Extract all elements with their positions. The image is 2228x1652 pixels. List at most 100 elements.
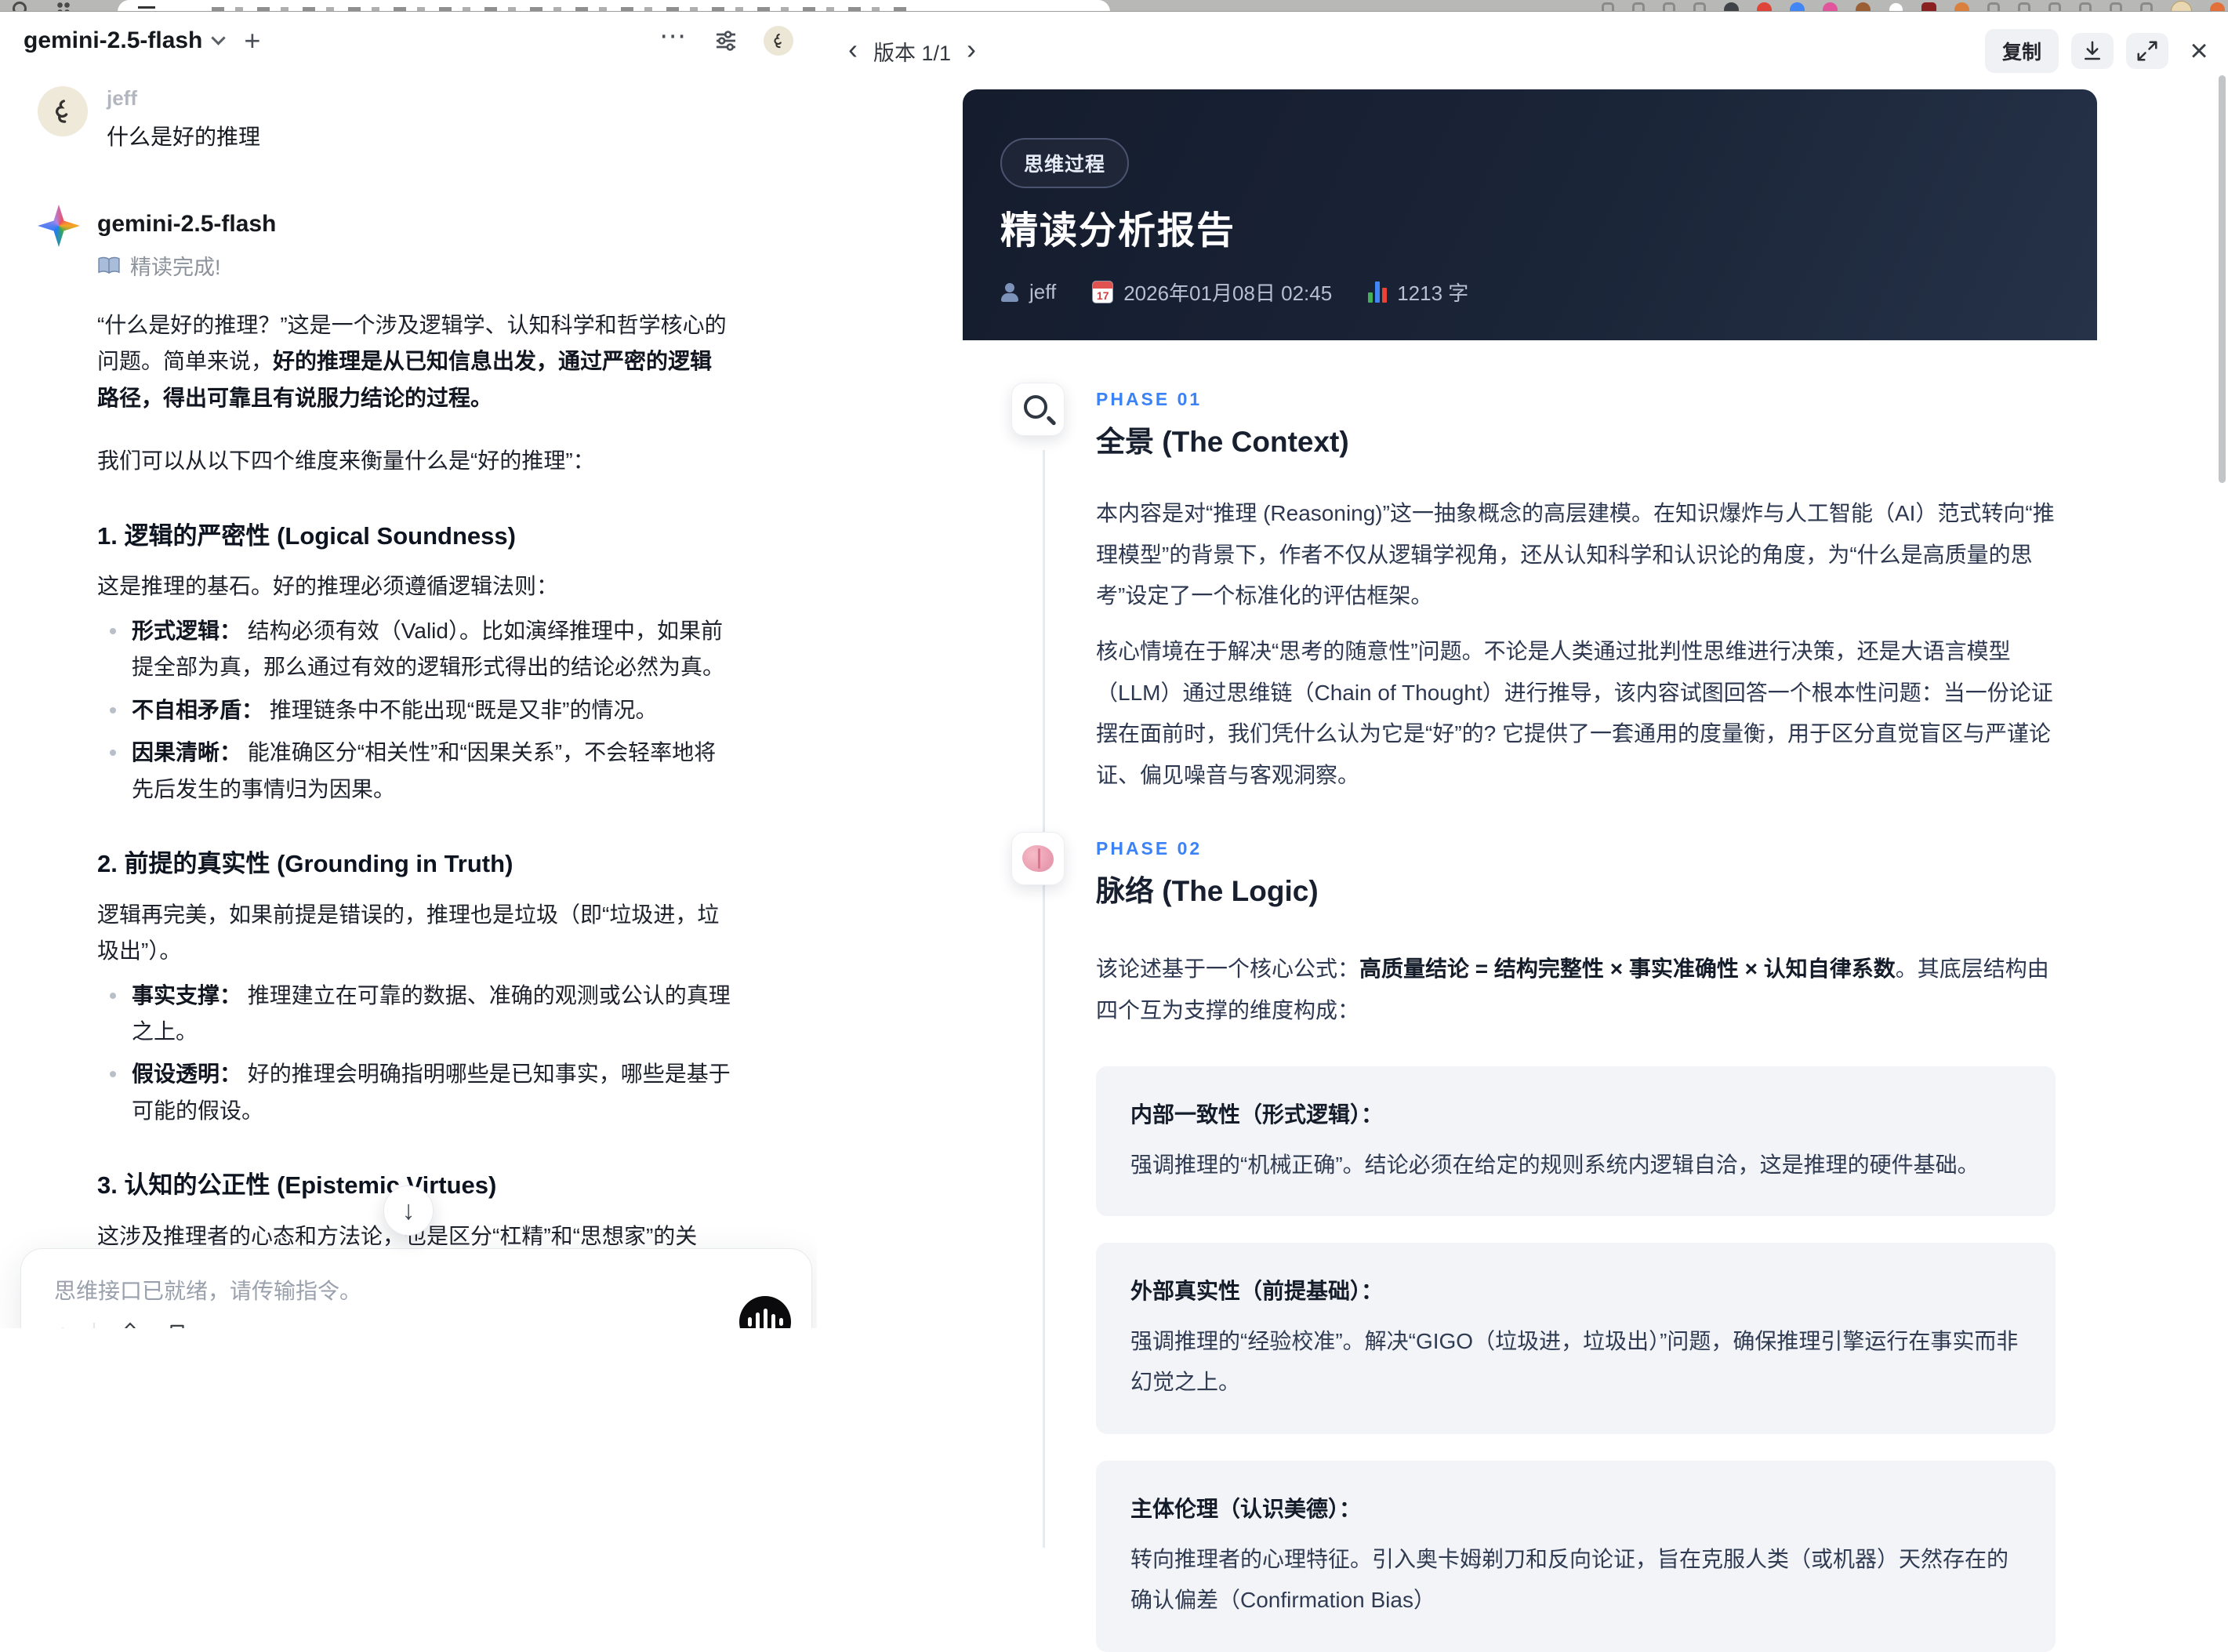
waveform-icon [748, 1317, 752, 1327]
bookmark-icon[interactable] [165, 1323, 189, 1328]
meta-wordcount: 1213 字 [1368, 278, 1468, 307]
extension-dots-icon[interactable] [2140, 2, 2153, 12]
report-meta: jeff 17 2026年01月08日 02:45 1213 字 [1000, 278, 1468, 307]
extension-pink-icon[interactable] [1823, 2, 1838, 12]
composer-placeholder[interactable]: 思维接口已就绪，请传输指令。 [21, 1249, 811, 1305]
assistant-message: gemini-2.5-flash 精读完成! “什么是好的推理？”这是一个涉及逻… [38, 206, 771, 1328]
section-heading: 1. 逻辑的严密性 (Logical Soundness) [97, 516, 734, 556]
browser-tab[interactable] [118, 0, 1110, 12]
report-card: 思维过程 精读分析报告 jeff 17 2026年01月08日 02:45 12… [963, 89, 2097, 1652]
download-icon [2081, 39, 2104, 63]
skills-diamonds-icon[interactable] [117, 1322, 143, 1328]
bullet-list: 形式逻辑： 结构必须有效（Valid）。比如演绎推理中，如果前提全部为真，那么通… [97, 613, 734, 808]
assistant-message-body: “什么是好的推理？”这是一个涉及逻辑学、认知科学和哲学核心的问题。简单来说，好的… [38, 307, 734, 1328]
apps-grid-icon[interactable] [56, 2, 71, 12]
phase-label: PHASE 01 [1096, 389, 2056, 410]
chat-header: gemini-2.5-flash + ⋯ [0, 13, 817, 69]
user-name: jeff [107, 86, 260, 111]
prev-version-icon[interactable]: ‹ [848, 35, 858, 67]
assistant-model-name: gemini-2.5-flash [97, 206, 771, 238]
bullet-item: 不自相矛盾： 推理链条中不能出现“既是又非”的情况。 [97, 692, 734, 728]
card-title: 主体伦理（认识美德）： [1130, 1492, 2021, 1523]
viewer-toolbar: ‹ 版本 1/1 › 复制 × [848, 33, 2217, 69]
card-text: 转向推理者的心理特征。引入奥卡姆剃刀和反向论证，旨在克服人类（或机器）天然存在的… [1130, 1539, 2021, 1621]
extension-sync-icon[interactable] [2110, 2, 2122, 12]
down-arrow-icon: ↓ [402, 1196, 415, 1226]
section-lead: 逻辑再完美，如果前提是错误的，推理也是垃圾（即“垃圾进，垃圾出”）。 [97, 897, 734, 970]
dimension-card: 内部一致性（形式逻辑）： 强调推理的“机械正确”。结论必须在给定的规则系统内逻辑… [1096, 1066, 2056, 1217]
paragraph: “什么是好的推理？”这是一个涉及逻辑学、认知科学和哲学核心的问题。简单来说，好的… [97, 307, 734, 416]
scrollbar-thumb[interactable] [2219, 75, 2226, 483]
user-message-text: 什么是好的推理 [107, 120, 260, 151]
extension-red-icon[interactable] [1757, 2, 1772, 12]
expand-icon [2135, 39, 2159, 63]
toolbar-star-icon[interactable] [1693, 2, 1706, 12]
card-text: 强调推理的“经验校准”。解决“GIGO（垃圾进，垃圾出）”问题，确保推理引擎运行… [1130, 1321, 2021, 1403]
reload-icon[interactable] [13, 2, 27, 12]
attach-plus-icon[interactable]: + [54, 1321, 71, 1328]
extension-blue-icon[interactable] [1790, 2, 1805, 12]
version-label: 版本 1/1 [873, 36, 951, 67]
phase-title: 全景 (The Context) [1096, 418, 2056, 460]
message-list[interactable]: jeff 什么是好的推理 gemini-2.5-flash 精读完成! “什么是… [0, 69, 817, 1328]
version-navigator: ‹ 版本 1/1 › [848, 35, 976, 67]
profile-avatar[interactable] [2171, 1, 2192, 12]
chevron-down-icon[interactable] [212, 31, 226, 45]
card-title: 外部真实性（前提基础）： [1130, 1274, 2021, 1305]
extension-darkred-icon[interactable] [1921, 2, 1936, 12]
status-text: 精读完成! [130, 250, 221, 281]
extension-pin-icon[interactable] [1987, 2, 2000, 12]
section-lead: 这是推理的基石。好的推理必须遵循逻辑法则： [97, 568, 734, 605]
phase-section-1: PHASE 01 全景 (The Context) 本内容是对“推理 (Reas… [963, 389, 2056, 796]
download-button[interactable] [2071, 33, 2114, 69]
card-title: 内部一致性（形式逻辑）： [1130, 1098, 2021, 1129]
extension-dark-icon[interactable] [1724, 2, 1739, 12]
thinking-process-badge: 思维过程 [1000, 138, 1129, 188]
settings-sliders-icon[interactable] [713, 28, 738, 53]
report-viewer-panel: ‹ 版本 1/1 › 复制 × 思维过程 精读分析报告 [817, 13, 2228, 1328]
bullet-item: 因果清晰： 能准确区分“相关性”和“因果关系”，不会轻率地将先后发生的事情归为因… [97, 735, 734, 808]
close-button[interactable]: × [2181, 33, 2217, 69]
toolbar-caret-icon[interactable] [1663, 2, 1675, 12]
bullet-item: 事实支撑： 推理建立在可靠的数据、准确的观测或公认的真理之上。 [97, 978, 734, 1051]
scroll-to-bottom-button[interactable]: ↓ [383, 1185, 434, 1236]
phase-paragraph: 本内容是对“推理 (Reasoning)”这一抽象概念的高层建模。在知识爆炸与人… [1096, 493, 2056, 617]
user-avatar[interactable] [764, 26, 793, 56]
model-selector[interactable]: gemini-2.5-flash [24, 27, 202, 54]
phase-label: PHASE 02 [1096, 838, 2056, 859]
dimension-cards: 内部一致性（形式逻辑）： 强调推理的“机械正确”。结论必须在给定的规则系统内逻辑… [1096, 1066, 2056, 1652]
gemini-star-icon [38, 205, 80, 247]
copy-button[interactable]: 复制 [1985, 29, 2059, 73]
phase-title: 脉络 (The Logic) [1096, 867, 2056, 910]
user-message: jeff 什么是好的推理 [38, 86, 771, 151]
extension-panda-icon[interactable] [1889, 2, 1903, 12]
edge-orange-icon[interactable] [2210, 2, 2225, 12]
divider [93, 1323, 95, 1328]
new-chat-button[interactable]: + [244, 27, 260, 55]
toolbar-pen-icon[interactable] [1632, 2, 1645, 12]
assistant-status: 精读完成! [97, 250, 771, 281]
meta-author: jeff [1000, 280, 1056, 304]
composer-toolbar: + [54, 1321, 189, 1328]
report-title: 精读分析报告 [1000, 199, 1236, 254]
extension-tool-icon[interactable] [2018, 2, 2030, 12]
extension-play-icon[interactable] [2048, 2, 2061, 12]
dimension-card: 主体伦理（认识美德）： 转向推理者的心理特征。引入奥卡姆剃刀和反向论证，旨在克服… [1096, 1461, 2056, 1652]
meta-date: 17 2026年01月08日 02:45 [1092, 278, 1332, 307]
extension-print-icon[interactable] [2079, 2, 2092, 12]
more-options-icon[interactable]: ⋯ [659, 23, 688, 49]
brain-icon [1011, 832, 1065, 885]
toolbar-grid-icon[interactable] [1602, 2, 1614, 12]
extension-brown-icon[interactable] [1856, 2, 1871, 12]
paragraph: 我们可以从以下四个维度来衡量什么是“好的推理”： [97, 443, 734, 479]
bullet-item: 形式逻辑： 结构必须有效（Valid）。比如演绎推理中，如果前提全部为真，那么通… [97, 613, 734, 686]
next-version-icon[interactable]: › [967, 35, 976, 67]
message-composer[interactable]: 思维接口已就绪，请传输指令。 + [20, 1248, 812, 1328]
person-icon [1000, 283, 1019, 302]
extension-orange-icon[interactable] [1954, 2, 1969, 12]
phase-lead: 该论述基于一个核心公式：高质量结论 = 结构完整性 × 事实准确性 × 认知自律… [1096, 949, 2056, 1031]
bullet-list: 事实支撑： 推理建立在可靠的数据、准确的观测或公认的真理之上。 假设透明： 好的… [97, 978, 734, 1130]
dimension-card: 外部真实性（前提基础）： 强调推理的“经验校准”。解决“GIGO（垃圾进，垃圾出… [1096, 1243, 2056, 1434]
expand-button[interactable] [2126, 33, 2168, 69]
card-text: 强调推理的“机械正确”。结论必须在给定的规则系统内逻辑自洽，这是推理的硬件基础。 [1130, 1145, 2021, 1185]
